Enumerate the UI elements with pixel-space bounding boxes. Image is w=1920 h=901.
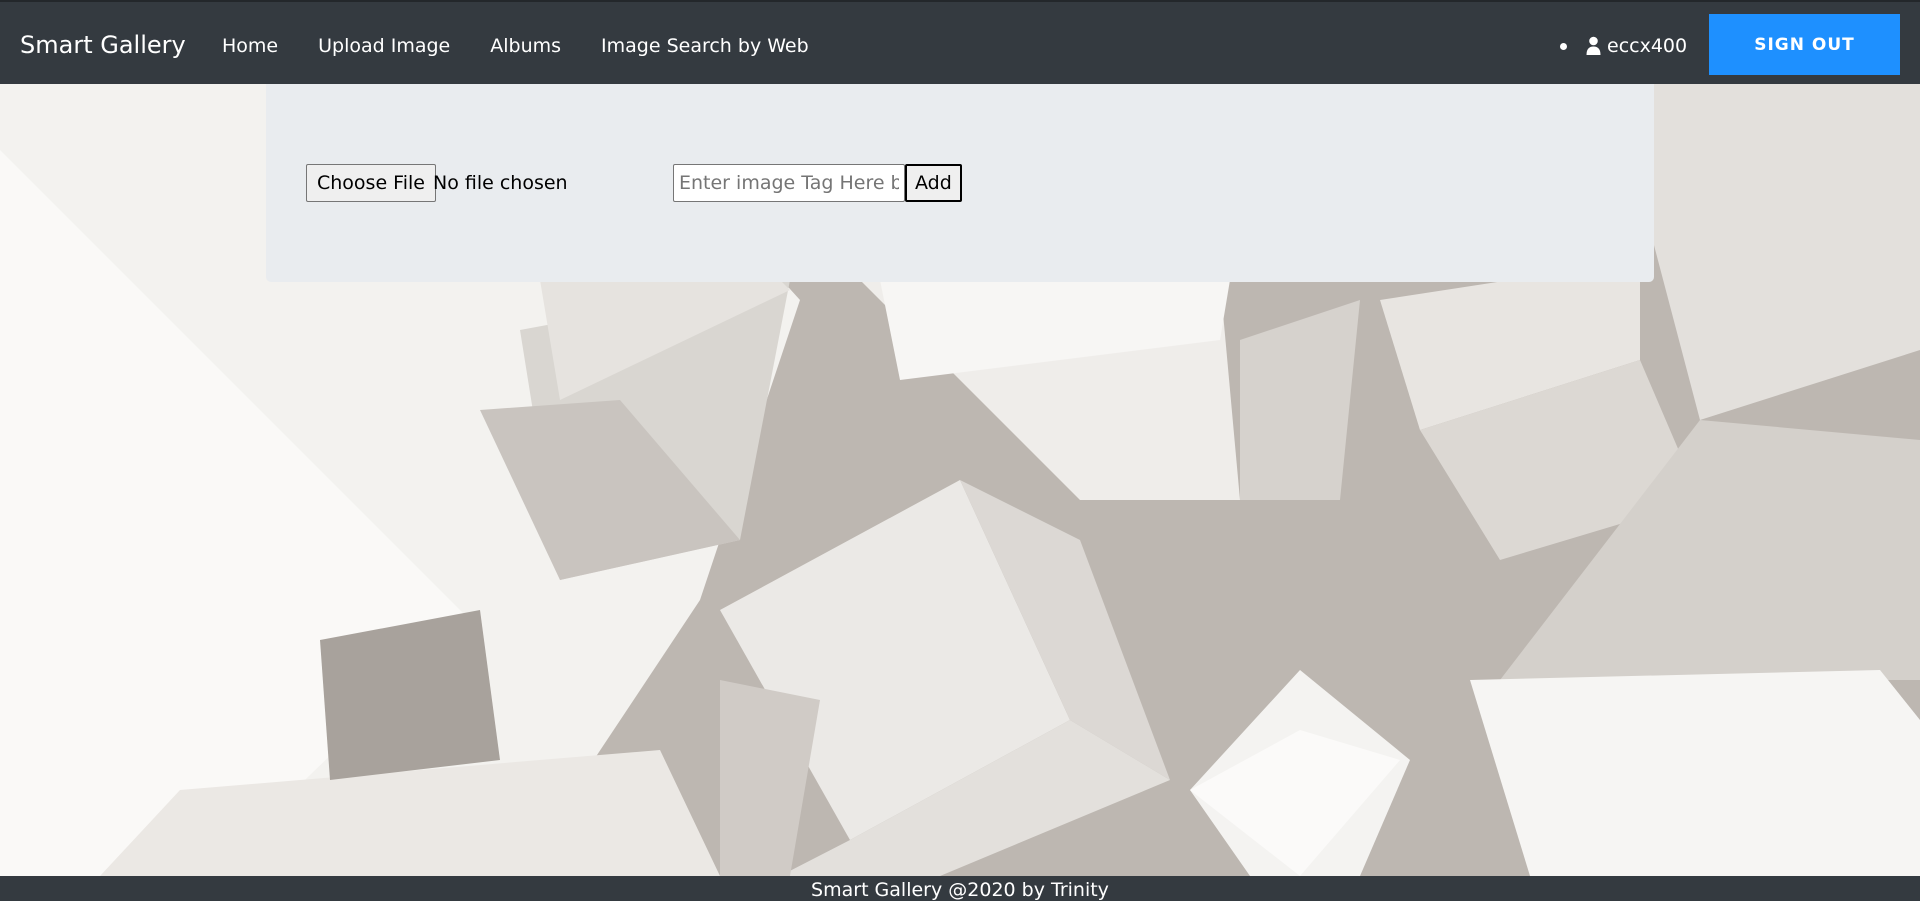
file-status-text: No file chosen <box>433 172 568 194</box>
username-label[interactable]: eccx400 <box>1607 34 1687 58</box>
footer-text: Smart Gallery @2020 by Trinity <box>811 879 1109 901</box>
nav-link-home[interactable]: Home <box>222 34 278 58</box>
image-tag-input[interactable] <box>673 164 905 202</box>
user-icon <box>1586 36 1601 55</box>
navbar: Smart Gallery Home Upload Image Albums I… <box>0 0 1920 84</box>
user-area: eccx400 <box>1560 34 1687 58</box>
bullet-dot <box>1560 42 1567 50</box>
nav-link-upload-image[interactable]: Upload Image <box>318 34 450 58</box>
choose-file-button[interactable]: Choose File <box>306 164 436 202</box>
nav-link-image-search-by-web[interactable]: Image Search by Web <box>601 34 809 58</box>
nav-links: Home Upload Image Albums Image Search by… <box>222 34 849 58</box>
sign-out-button[interactable]: SIGN OUT <box>1709 14 1900 75</box>
upload-panel: Choose File No file chosen Add <box>266 84 1654 282</box>
nav-link-albums[interactable]: Albums <box>490 34 561 58</box>
brand-logo-text[interactable]: Smart Gallery <box>20 30 186 60</box>
add-button[interactable]: Add <box>905 164 962 202</box>
footer: Smart Gallery @2020 by Trinity <box>0 876 1920 901</box>
